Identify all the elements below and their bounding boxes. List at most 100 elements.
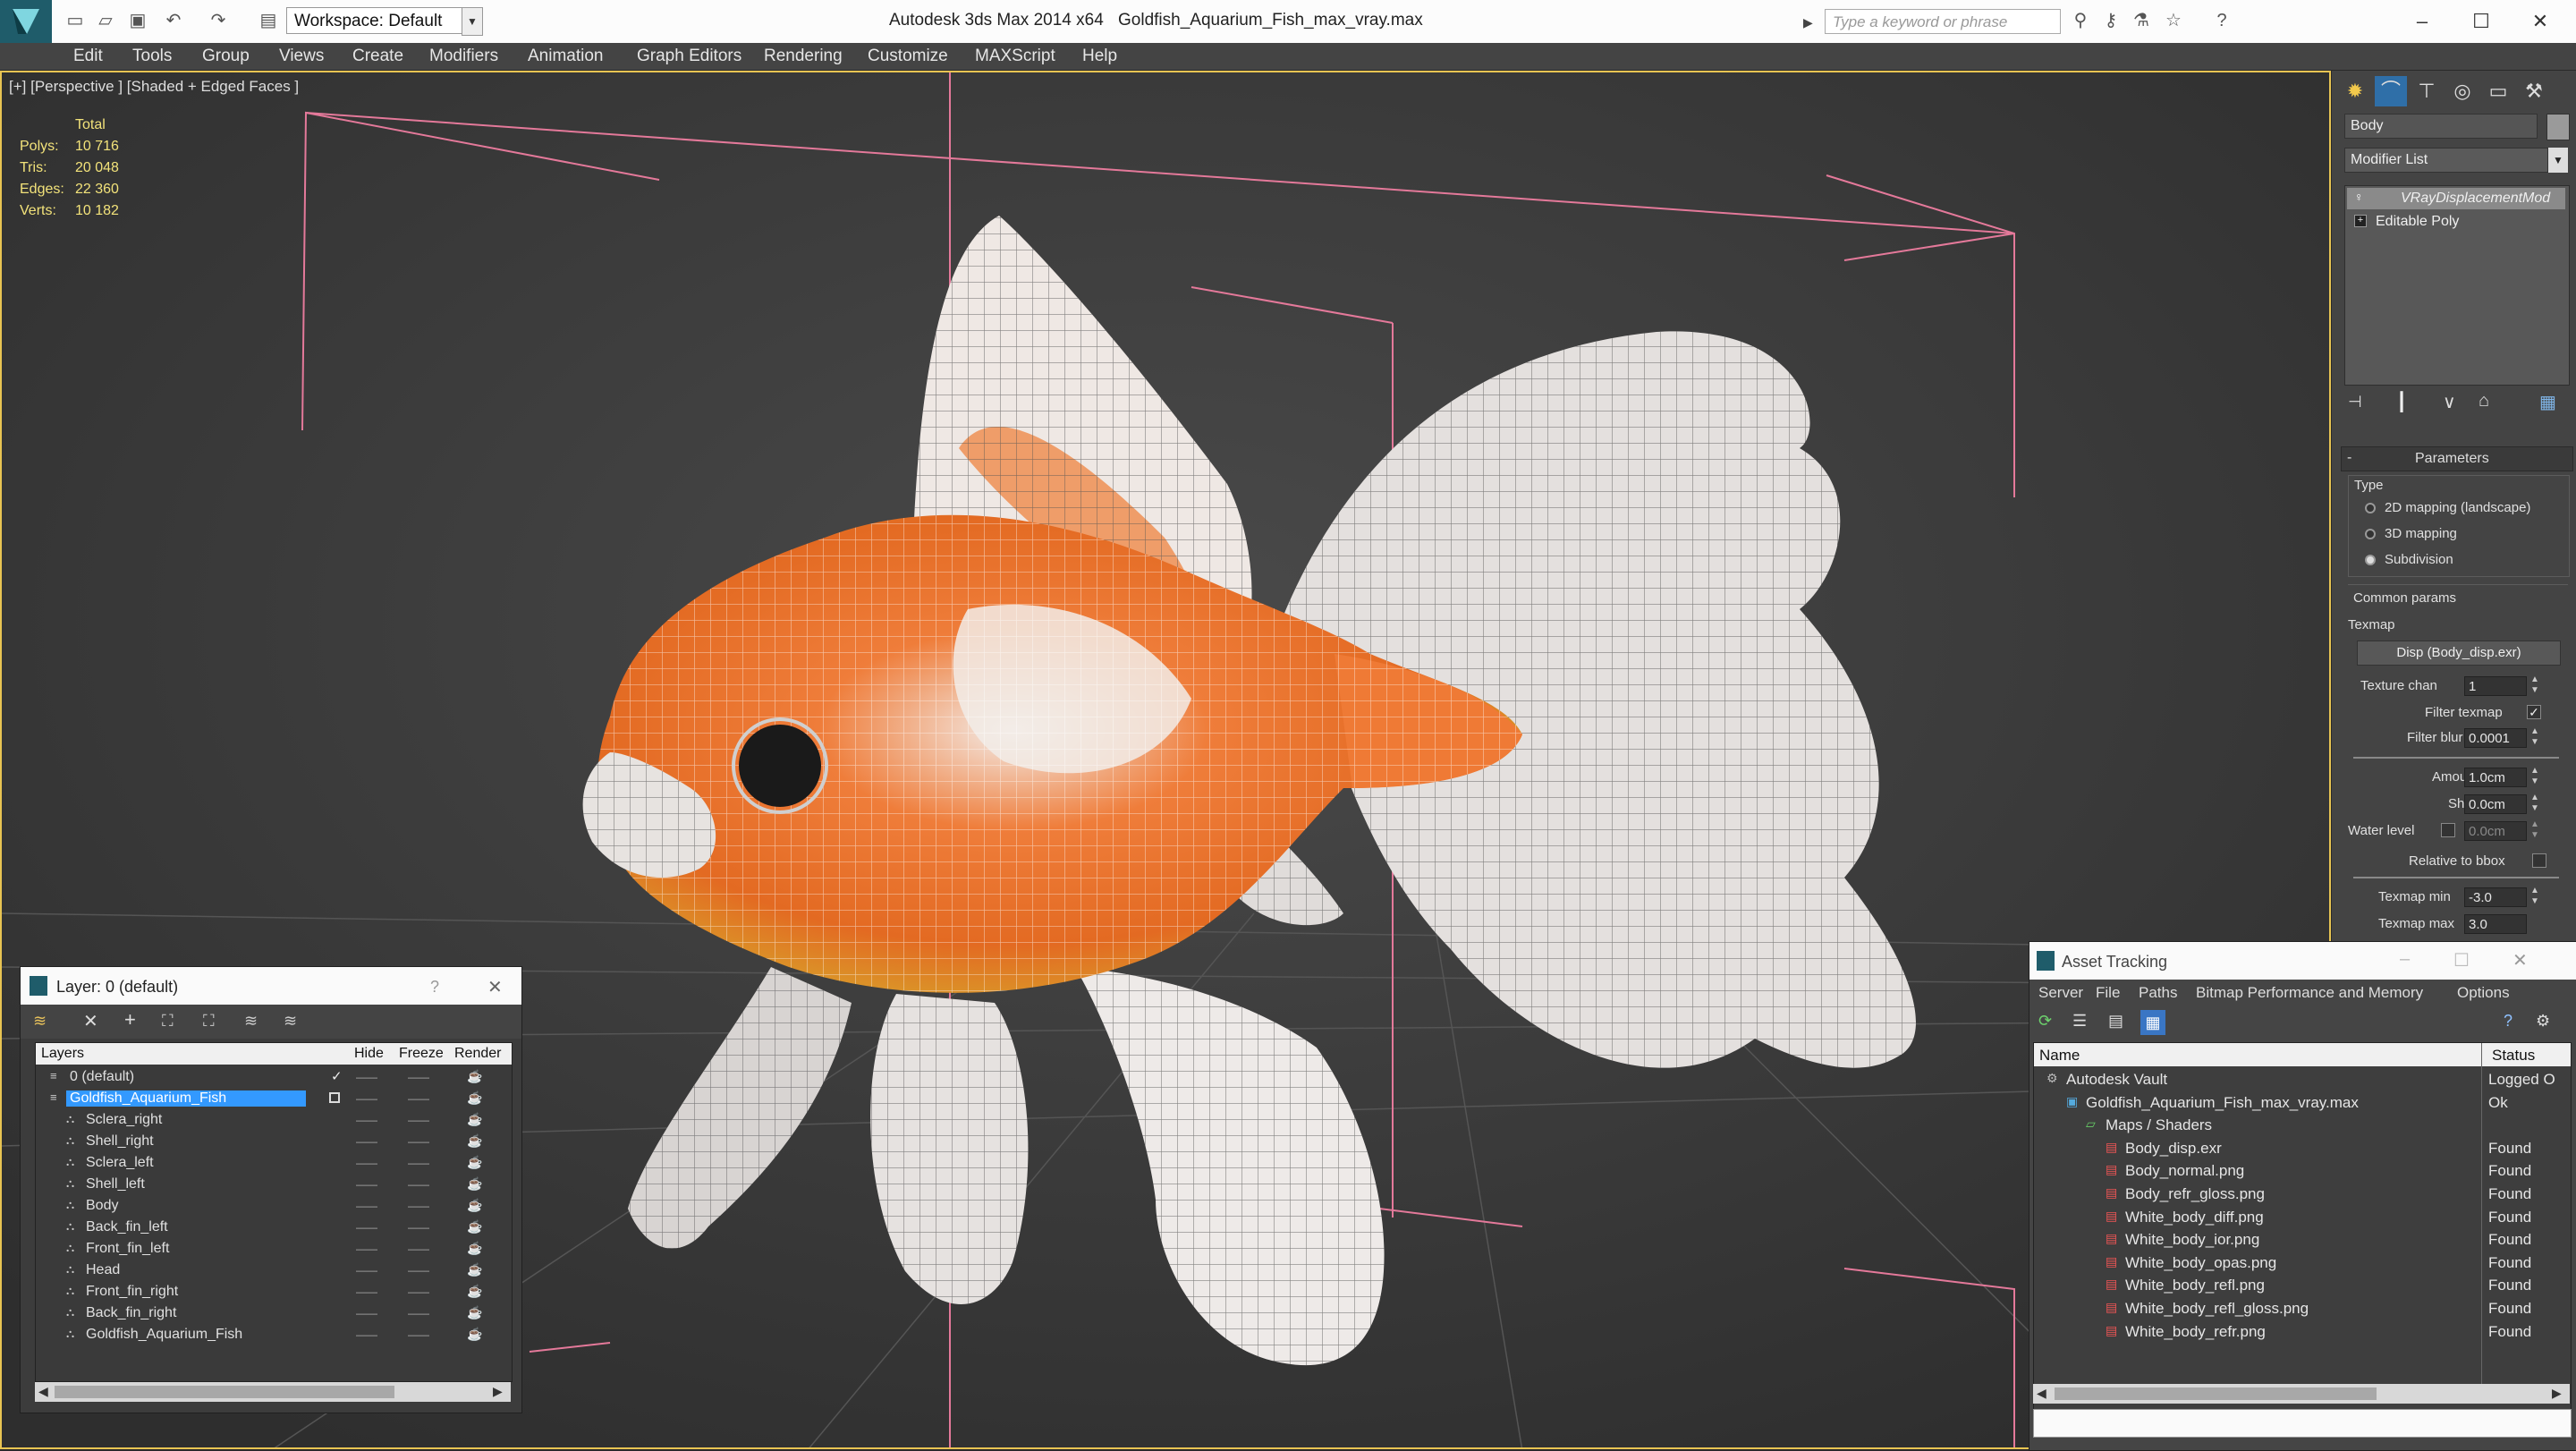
settings-icon[interactable]: ⚙ <box>2536 1012 2550 1031</box>
render-teapot-icon[interactable]: ☕ <box>467 1305 482 1320</box>
make-unique-icon[interactable]: ∨ <box>2443 391 2456 413</box>
display-tab-icon[interactable]: ▭ <box>2482 76 2514 106</box>
minimize-button[interactable]: – <box>2400 949 2410 970</box>
freeze-toggle[interactable]: —— <box>408 1114 429 1126</box>
freeze-toggle[interactable]: —— <box>408 1286 429 1298</box>
column-hide[interactable]: Hide <box>354 1046 384 1062</box>
asset-row[interactable]: ▤ Body_disp.exr Found <box>2034 1137 2571 1160</box>
menu-modifiers[interactable]: Modifiers <box>429 47 498 66</box>
spinner-arrows-icon[interactable]: ▲ ▼ <box>2530 675 2539 696</box>
redo-icon[interactable]: ↷ <box>206 9 231 32</box>
modify-tab-icon[interactable]: ⌒ <box>2375 76 2407 106</box>
pin-stack-icon[interactable]: ⊣ <box>2348 393 2362 412</box>
search-input[interactable]: Type a keyword or phrase <box>1825 9 2061 34</box>
add-layer-icon[interactable]: + <box>124 1008 136 1031</box>
scroll-left-icon[interactable]: ◀ <box>2037 1386 2046 1401</box>
menu-group[interactable]: Group <box>202 47 250 66</box>
hide-toggle[interactable]: —— <box>356 1157 377 1169</box>
asset-menu-file[interactable]: File <box>2096 984 2120 1002</box>
render-teapot-icon[interactable]: ☕ <box>467 1219 482 1235</box>
help-icon[interactable]: ? <box>2504 1012 2512 1031</box>
asset-horizontal-scrollbar[interactable]: ◀ ▶ <box>2033 1384 2570 1404</box>
layer-row[interactable]: ⛬ Head —— —— ☕ <box>36 1260 512 1281</box>
open-file-icon[interactable]: ▱ <box>93 9 118 32</box>
modifier-stack-item[interactable]: + Editable Poly <box>2347 211 2565 233</box>
remove-modifier-icon[interactable]: ⌂ <box>2479 391 2489 412</box>
close-icon[interactable]: ✕ <box>2512 949 2528 972</box>
scroll-left-icon[interactable]: ◀ <box>38 1384 48 1399</box>
save-file-icon[interactable]: ▣ <box>125 9 150 32</box>
highlight-layer-icon[interactable]: ⛶ <box>203 1012 215 1031</box>
column-render[interactable]: Render <box>454 1046 501 1062</box>
render-teapot-icon[interactable]: ☕ <box>467 1176 482 1192</box>
configure-sets-icon[interactable]: ▦ <box>2539 391 2556 413</box>
freeze-toggle[interactable]: —— <box>408 1178 429 1191</box>
filter-blur-spinner[interactable]: 0.0001 <box>2464 728 2527 748</box>
scroll-thumb[interactable] <box>2055 1387 2377 1400</box>
water-level-spinner[interactable]: 0.0cm <box>2464 821 2527 841</box>
layer-row[interactable]: ⛬ Back_fin_left —— —— ☕ <box>36 1217 512 1238</box>
asset-row[interactable]: ⚙ Autodesk Vault Logged O <box>2034 1068 2571 1091</box>
help-icon[interactable]: ? <box>2209 9 2234 32</box>
freeze-toggle[interactable]: —— <box>408 1307 429 1319</box>
freeze-toggle[interactable]: —— <box>408 1243 429 1255</box>
freeze-toggle[interactable]: —— <box>408 1092 429 1105</box>
shift-spinner[interactable]: 0.0cm <box>2464 794 2527 814</box>
scroll-thumb[interactable] <box>55 1386 394 1398</box>
scroll-right-icon[interactable]: ▶ <box>493 1384 503 1399</box>
column-name[interactable]: Name <box>2039 1047 2080 1065</box>
column-status[interactable]: Status <box>2492 1047 2535 1065</box>
hide-toggle[interactable]: —— <box>356 1200 377 1212</box>
texmap-max-spinner[interactable]: 3.0 <box>2464 914 2527 934</box>
spinner-arrows-icon[interactable]: ▲ ▼ <box>2530 766 2539 787</box>
asset-row[interactable]: ▤ White_body_refr.png Found <box>2034 1320 2571 1344</box>
list-view-icon[interactable]: ☰ <box>2072 1012 2087 1031</box>
exchange-icon[interactable]: ⚗ <box>2129 9 2154 32</box>
amount-spinner[interactable]: 1.0cm <box>2464 768 2527 787</box>
render-teapot-icon[interactable]: ☕ <box>467 1069 482 1084</box>
hide-toggle[interactable]: —— <box>356 1328 377 1341</box>
radio-3d-mapping[interactable] <box>2365 529 2376 539</box>
layer-row[interactable]: ⛬ Back_fin_right —— —— ☕ <box>36 1303 512 1324</box>
lightbulb-icon[interactable]: ♀ <box>2354 190 2364 204</box>
asset-row[interactable]: ▤ White_body_refl_gloss.png Found <box>2034 1297 2571 1320</box>
tree-view-icon[interactable]: ▤ <box>2108 1012 2123 1031</box>
make-current-box[interactable] <box>329 1092 340 1103</box>
utilities-tab-icon[interactable]: ⚒ <box>2518 76 2550 106</box>
hide-toggle[interactable]: —— <box>356 1243 377 1255</box>
menu-edit[interactable]: Edit <box>73 47 103 66</box>
render-teapot-icon[interactable]: ☕ <box>467 1090 482 1106</box>
asset-menu-paths[interactable]: Paths <box>2139 984 2177 1002</box>
hide-toggle[interactable]: —— <box>356 1221 377 1234</box>
layer-title-bar[interactable]: Layer: 0 (default) ? ✕ <box>21 967 521 1005</box>
modifier-list-dropdown[interactable]: Modifier List <box>2344 148 2548 173</box>
hide-toggle[interactable]: —— <box>356 1178 377 1191</box>
refresh-icon[interactable]: ⟳ <box>2038 1012 2052 1031</box>
object-color-swatch[interactable] <box>2546 114 2570 140</box>
texture-chan-spinner[interactable]: 1 <box>2464 676 2527 696</box>
freeze-toggle[interactable]: —— <box>408 1221 429 1234</box>
radio-subdivision[interactable] <box>2365 555 2376 565</box>
asset-menu-bitmap[interactable]: Bitmap Performance and Memory <box>2196 984 2423 1002</box>
asset-menu-options[interactable]: Options <box>2457 984 2510 1002</box>
asset-row[interactable]: ▣ Goldfish_Aquarium_Fish_max_vray.max Ok <box>2034 1091 2571 1115</box>
freeze-toggle[interactable]: —— <box>408 1328 429 1341</box>
maximize-button[interactable]: ☐ <box>2456 5 2506 38</box>
layer-row[interactable]: ≡ 0 (default) ✓ —— —— ☕ <box>36 1066 512 1088</box>
water-level-checkbox[interactable] <box>2441 823 2455 837</box>
freeze-toggle[interactable]: —— <box>408 1157 429 1169</box>
menu-customize[interactable]: Customize <box>868 47 948 66</box>
layer-row[interactable]: ⛬ Body —— —— ☕ <box>36 1195 512 1217</box>
key-icon[interactable]: ⚷ <box>2098 9 2123 32</box>
texmap-button[interactable]: Disp (Body_disp.exr) <box>2357 641 2561 666</box>
close-icon[interactable]: ✕ <box>487 976 503 998</box>
filter-texmap-checkbox[interactable]: ✓ <box>2527 705 2541 719</box>
chevron-down-icon[interactable]: ▼ <box>462 7 483 36</box>
spinner-arrows-icon[interactable]: ▲ ▼ <box>2530 793 2539 814</box>
modifier-stack-item[interactable]: ♀ VRayDisplacementMod <box>2347 188 2565 209</box>
relative-bbox-checkbox[interactable] <box>2532 853 2546 868</box>
menu-help[interactable]: Help <box>1082 47 1117 66</box>
menu-tools[interactable]: Tools <box>132 47 172 66</box>
layer-row[interactable]: ≡ Goldfish_Aquarium_Fish —— —— ☕ <box>36 1088 512 1109</box>
hide-toggle[interactable]: —— <box>356 1286 377 1298</box>
